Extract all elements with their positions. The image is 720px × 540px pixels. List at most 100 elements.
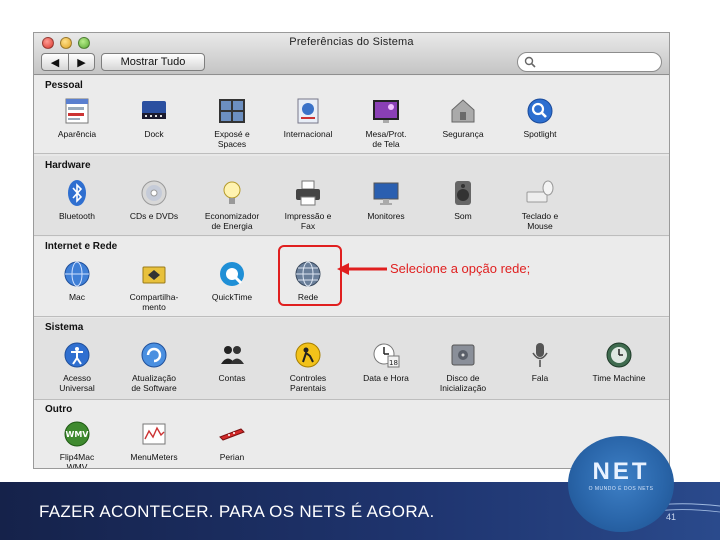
section-divider (34, 153, 669, 154)
section-label: Hardware (45, 160, 91, 171)
print-fax-icon (293, 178, 323, 208)
pref-universal-access[interactable]: Acesso Universal (34, 340, 120, 393)
pref-parental-controls[interactable]: Controles Parentais (265, 340, 351, 393)
pref-label: Time Machine (592, 373, 646, 383)
pref-appearance[interactable]: Aparência (34, 96, 120, 139)
pref-label: Bluetooth (59, 211, 95, 221)
quicktime-icon (217, 259, 247, 289)
svg-text:WMV: WMV (66, 430, 90, 439)
section-internet-rede: Internet e Rede Mac Compartilha- mento Q… (34, 237, 669, 317)
pref-label: Segurança (442, 129, 484, 139)
pref-desktop-screensaver[interactable]: Mesa/Prot. de Tela (343, 96, 429, 149)
pref-label: MenuMeters (130, 452, 178, 462)
pref-keyboard-mouse[interactable]: Teclado e Mouse (497, 178, 583, 231)
pref-date-time[interactable]: 18 Data e Hora (343, 340, 429, 383)
pref-expose-spaces[interactable]: Exposé e Spaces (189, 96, 275, 149)
bluetooth-icon (62, 178, 92, 208)
pref-cd-dvd[interactable]: CDs e DVDs (111, 178, 197, 221)
pref-label: Aparência (57, 129, 97, 139)
section-outro: Outro WMV Flip4Mac WMV MenuMeters Perian (34, 400, 669, 469)
pref-menumeters[interactable]: MenuMeters (111, 419, 197, 462)
pref-label: Spotlight (523, 129, 557, 139)
spotlight-icon (525, 96, 555, 126)
pref-label: Fala (531, 373, 549, 383)
appearance-icon (62, 96, 92, 126)
security-icon (448, 96, 478, 126)
show-all-button[interactable]: Mostrar Tudo (101, 53, 205, 71)
pref-international[interactable]: Internacional (265, 96, 351, 139)
pref-flip4mac[interactable]: WMV Flip4Mac WMV (34, 419, 120, 469)
pref-label: Som (454, 211, 472, 221)
pref-print-fax[interactable]: Impressão e Fax (265, 178, 351, 231)
forward-button[interactable]: ▶ (68, 53, 95, 71)
pref-security[interactable]: Segurança (420, 96, 506, 139)
keyboard-mouse-icon (525, 178, 555, 208)
date-time-icon: 18 (371, 340, 401, 370)
cd-dvd-icon (139, 178, 169, 208)
pref-sharing[interactable]: Compartilha- mento (111, 259, 197, 312)
pref-startup-disk[interactable]: Disco de Inicialização (420, 340, 506, 393)
window-title: Preferências do Sistema (289, 36, 414, 48)
section-hardware: Hardware Bluetooth CDs e DVDs Economizad… (34, 156, 669, 236)
displays-icon (371, 178, 401, 208)
startup-disk-icon (448, 340, 478, 370)
pref-label: Impressão e Fax (284, 211, 332, 231)
expose-spaces-icon (217, 96, 247, 126)
pref-dock[interactable]: Dock (111, 96, 197, 139)
pref-time-machine[interactable]: Time Machine (576, 340, 662, 383)
net-logo: NET O MUNDO É DOS NETS (568, 436, 674, 532)
pref-spotlight[interactable]: Spotlight (497, 96, 583, 139)
pref-displays[interactable]: Monitores (343, 178, 429, 221)
pref-quicktime[interactable]: QuickTime (189, 259, 275, 302)
pref-label: Flip4Mac WMV (59, 452, 95, 469)
pref-label: Dock (144, 129, 164, 139)
pref-accounts[interactable]: Contas (189, 340, 275, 383)
search-icon (524, 56, 536, 68)
network-highlight-box (278, 245, 342, 306)
section-label: Pessoal (45, 80, 83, 91)
pref-energy-saver[interactable]: Economizador de Energia (189, 178, 275, 231)
instruction-callout: Selecione a opção rede; (390, 261, 531, 276)
pref-label: Monitores (367, 211, 405, 221)
svg-text:18: 18 (389, 359, 398, 367)
flip4mac-icon: WMV (62, 419, 92, 449)
pointer-arrow-icon (337, 263, 387, 275)
perian-icon (217, 419, 247, 449)
section-pessoal: Pessoal Aparência Dock Exposé e Spaces I… (34, 76, 669, 154)
pref-label: Mesa/Prot. de Tela (365, 129, 407, 149)
pref-label: Acesso Universal (59, 373, 95, 393)
back-button[interactable]: ◀ (41, 53, 68, 71)
pref-label: CDs e DVDs (129, 211, 179, 221)
pref-perian[interactable]: Perian (189, 419, 275, 462)
section-sistema: Sistema Acesso Universal Atualização de … (34, 318, 669, 400)
logo-tagline: O MUNDO É DOS NETS (588, 486, 654, 492)
section-label: Sistema (45, 322, 84, 333)
logo-wordmark: NET (592, 458, 650, 485)
pref-sound[interactable]: Som (420, 178, 506, 221)
pref-label: QuickTime (211, 292, 253, 302)
pref-label: Controles Parentais (289, 373, 327, 393)
pref-label: Mac (68, 292, 86, 302)
pref-label: Perian (219, 452, 245, 462)
speech-icon (525, 340, 555, 370)
section-label: Internet e Rede (45, 241, 118, 252)
pref-software-update[interactable]: Atualização de Software (111, 340, 197, 393)
title-bar: Preferências do Sistema ◀ ▶ Mostrar Tudo (34, 33, 669, 75)
desktop-screensaver-icon (371, 96, 401, 126)
pref-label: Economizador de Energia (204, 211, 260, 231)
pref-mac[interactable]: Mac (34, 259, 120, 302)
menumeters-icon (139, 419, 169, 449)
pref-label: Contas (218, 373, 246, 383)
energy-saver-icon (217, 178, 247, 208)
time-machine-icon (604, 340, 634, 370)
universal-access-icon (62, 340, 92, 370)
pref-bluetooth[interactable]: Bluetooth (34, 178, 120, 221)
accounts-icon (217, 340, 247, 370)
pref-label: Compartilha- mento (129, 292, 179, 312)
pref-label: Atualização de Software (131, 373, 177, 393)
footer-slogan: FAZER ACONTECER. PARA OS NETS É AGORA. (39, 502, 435, 521)
pref-label: Disco de Inicialização (439, 373, 487, 393)
pref-speech[interactable]: Fala (497, 340, 583, 383)
section-divider (34, 235, 669, 236)
search-input[interactable] (517, 52, 662, 72)
